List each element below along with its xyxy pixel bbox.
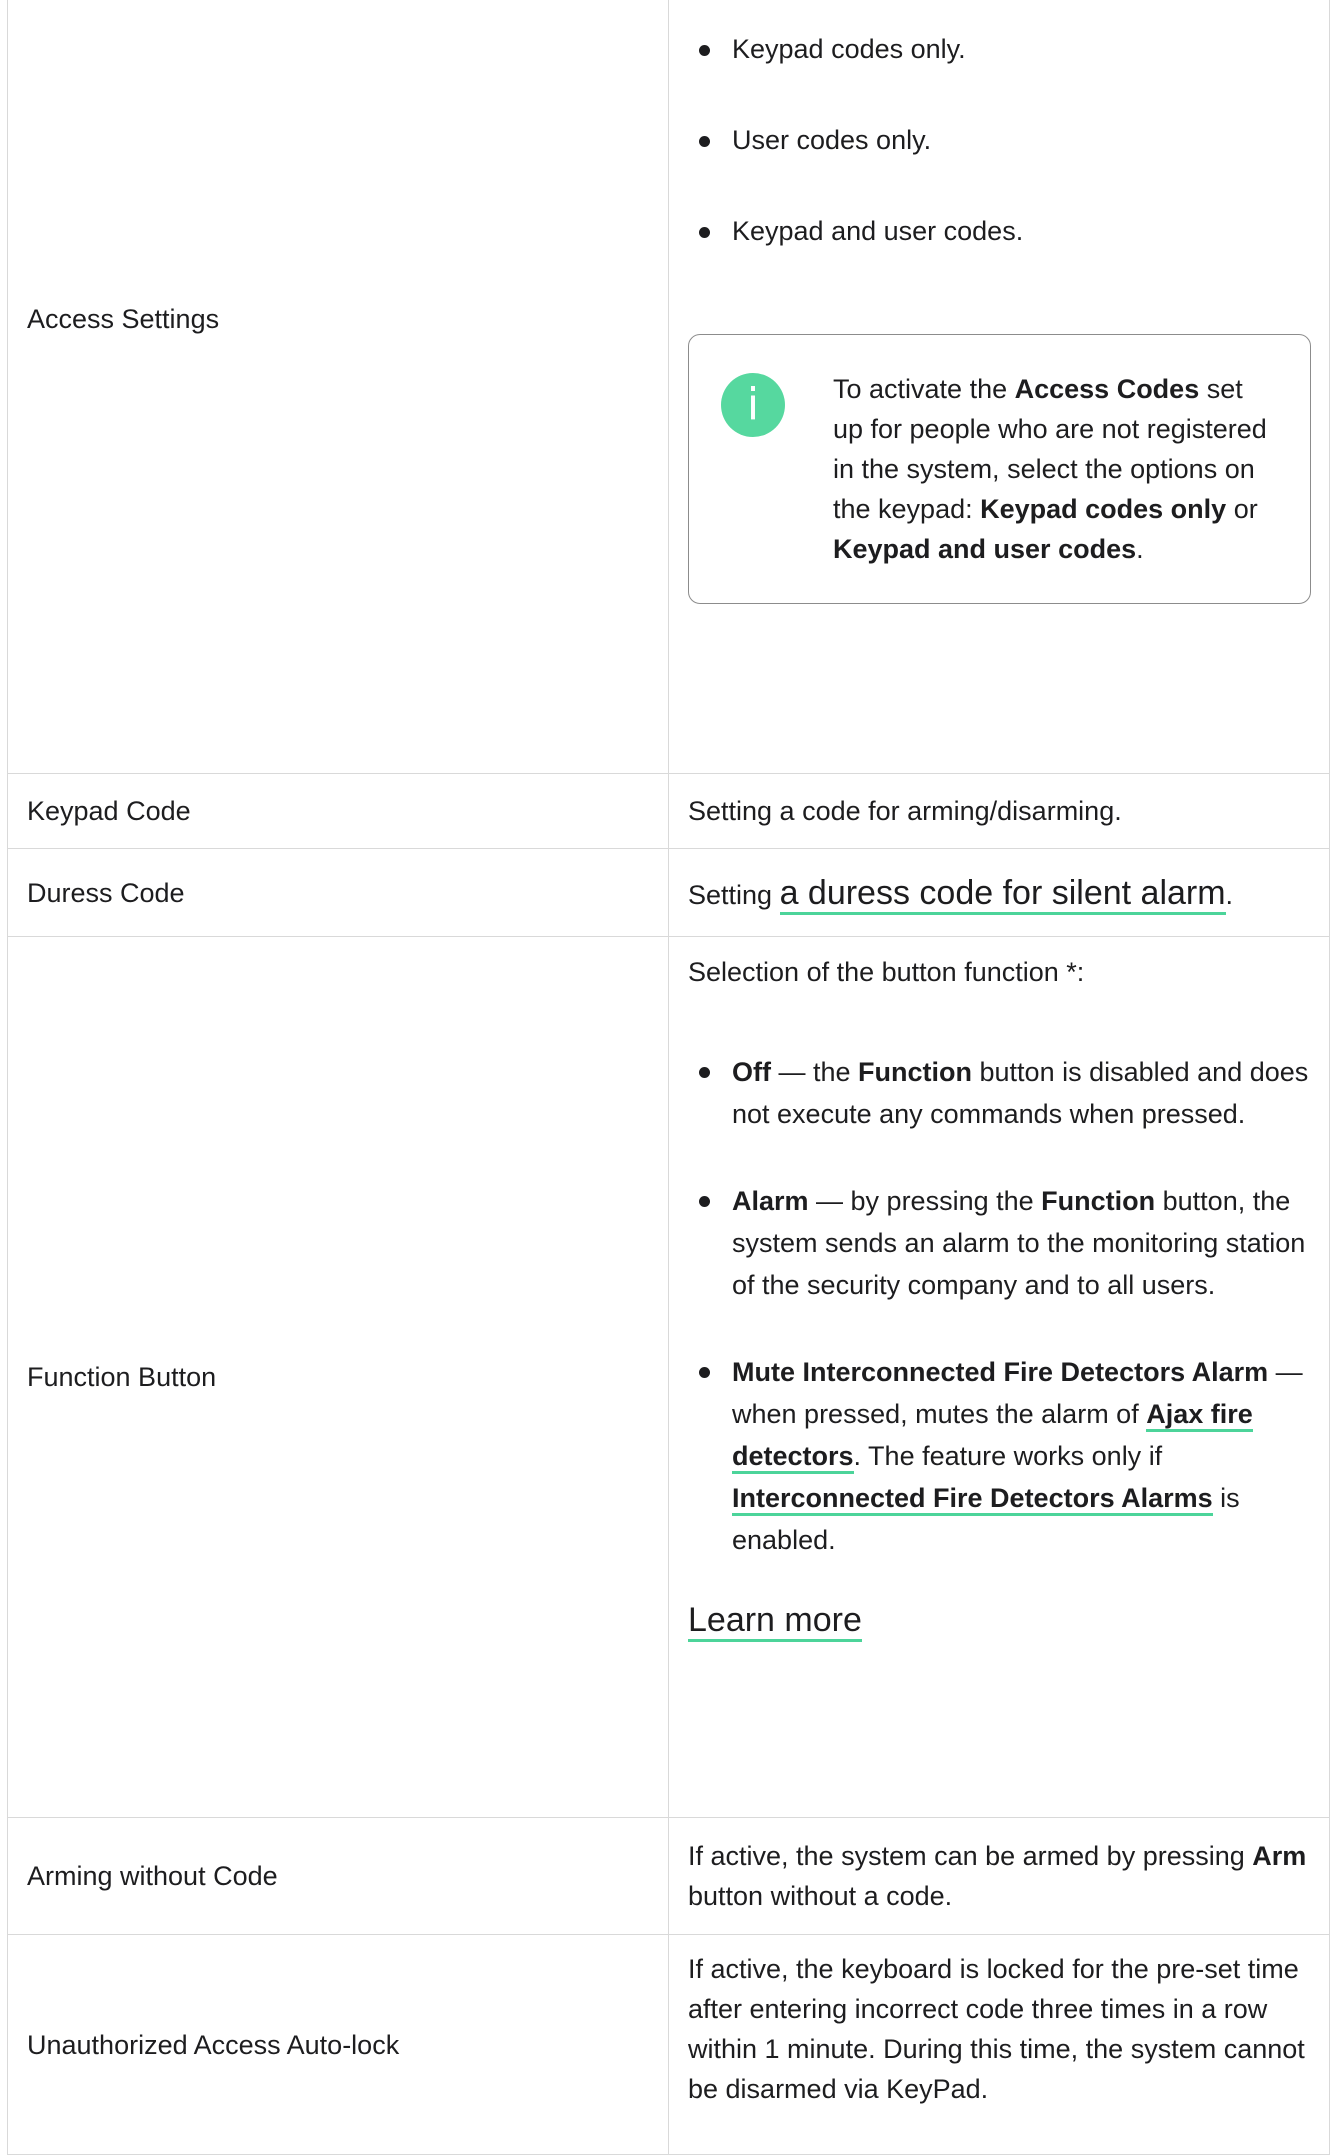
item-bold-off: Off (732, 1057, 771, 1087)
info-bold-keypad-codes-only: Keypad codes only (980, 494, 1227, 524)
duress-code-desc: Setting a duress code for silent alarm. (668, 848, 1330, 937)
item-text: . The feature works only if (853, 1441, 1163, 1471)
info-bold-access-codes: Access Codes (1014, 374, 1200, 404)
duress-code-link[interactable]: a duress code for silent alarm (779, 873, 1226, 915)
keypad-code-label: Keypad Code (7, 773, 669, 849)
item-text: — the (770, 1057, 859, 1087)
arming-desc-bold-arm: Arm (1252, 1841, 1307, 1871)
duress-desc-prefix: Setting (688, 879, 780, 910)
info-text-part: To activate the (833, 374, 1015, 404)
list-item: Keypad codes only. (688, 29, 1321, 69)
settings-table: Access Settings Keypad codes only. User … (7, 0, 1330, 2155)
function-button-desc: Selection of the button function *: Off … (668, 936, 1330, 1818)
interconnected-alarms-link[interactable]: Interconnected Fire Detectors Alarms (732, 1483, 1213, 1516)
access-settings-label: Access Settings (7, 0, 669, 774)
item-bold-function: Function (858, 1057, 973, 1087)
item-text: — by pressing the (808, 1186, 1042, 1216)
table-row: Access Settings Keypad codes only. User … (7, 0, 1330, 774)
info-bold-keypad-and-user-codes: Keypad and user codes (833, 534, 1137, 564)
table-row: Function Button Selection of the button … (7, 936, 1330, 1818)
list-item: Alarm — by pressing the Function button,… (688, 1180, 1321, 1306)
arming-desc-text: button without a code. (688, 1881, 953, 1911)
function-button-label: Function Button (7, 936, 669, 1818)
arming-without-code-label: Arming without Code (7, 1817, 669, 1935)
table-row: Keypad Code Setting a code for arming/di… (7, 773, 1330, 849)
auto-lock-desc: If active, the keyboard is locked for th… (668, 1934, 1330, 2155)
access-options-list: Keypad codes only. User codes only. Keyp… (688, 29, 1321, 251)
info-text-part: or (1226, 494, 1258, 524)
info-icon: i (721, 373, 785, 437)
item-bold-alarm: Alarm (732, 1186, 809, 1216)
info-text: To activate the Access Codes set up for … (833, 374, 1267, 564)
duress-desc-suffix: . (1225, 879, 1234, 910)
table-row: Unauthorized Access Auto-lock If active,… (7, 1934, 1330, 2155)
learn-more-wrap: Learn more (688, 1597, 1321, 1643)
function-options-list: Off — the Function button is disabled an… (688, 1051, 1321, 1561)
info-text-part: . (1136, 534, 1144, 564)
function-intro: Selection of the button function *: (688, 957, 1085, 987)
list-item: Off — the Function button is disabled an… (688, 1051, 1321, 1135)
auto-lock-label: Unauthorized Access Auto-lock (7, 1934, 669, 2155)
item-bold-function: Function (1041, 1186, 1156, 1216)
table-row: Arming without Code If active, the syste… (7, 1817, 1330, 1935)
list-item: User codes only. (688, 120, 1321, 160)
info-callout: i To activate the Access Codes set up fo… (688, 334, 1311, 604)
learn-more-link[interactable]: Learn more (688, 1601, 862, 1642)
list-item: Keypad and user codes. (688, 211, 1321, 251)
access-settings-desc: Keypad codes only. User codes only. Keyp… (668, 0, 1330, 774)
table-row: Duress Code Setting a duress code for si… (7, 848, 1330, 937)
keypad-code-desc: Setting a code for arming/disarming. (668, 773, 1330, 849)
item-bold-mute: Mute Interconnected Fire Detectors Alarm (732, 1357, 1269, 1387)
list-item: Mute Interconnected Fire Detectors Alarm… (688, 1351, 1321, 1561)
arming-without-code-desc: If active, the system can be armed by pr… (668, 1817, 1330, 1935)
duress-code-label: Duress Code (7, 848, 669, 937)
arming-desc-text: If active, the system can be armed by pr… (688, 1841, 1253, 1871)
